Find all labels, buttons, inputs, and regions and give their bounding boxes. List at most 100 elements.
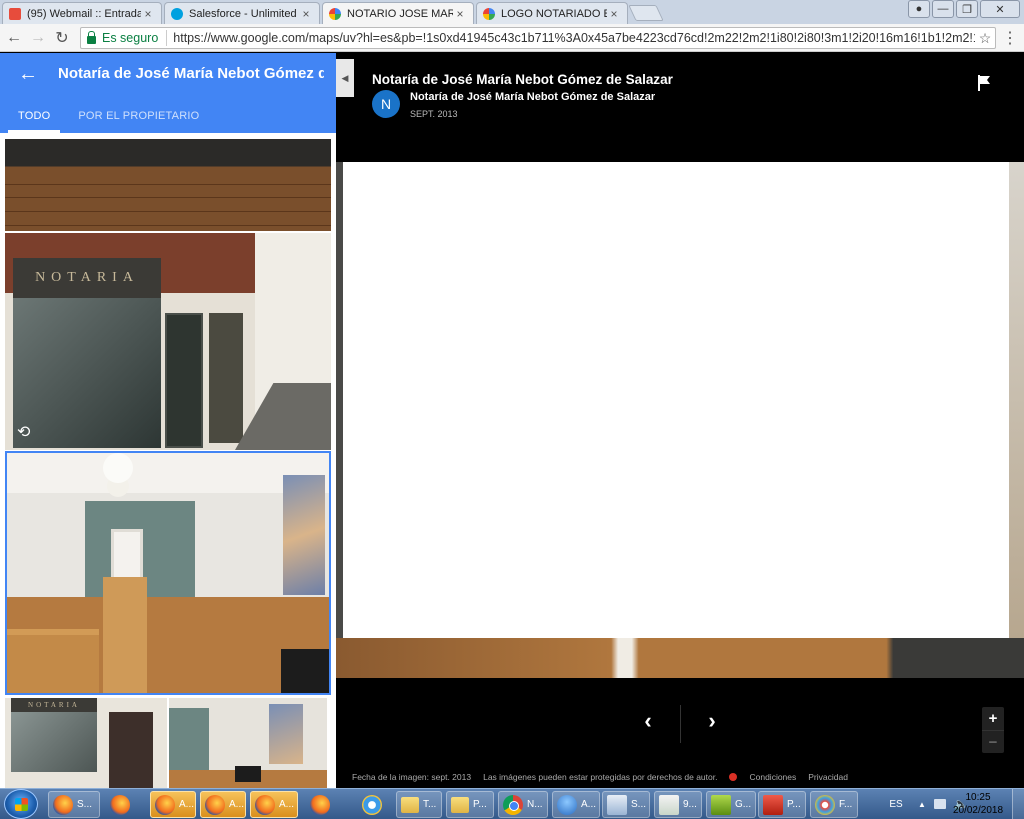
restore-icon[interactable]: ❐ bbox=[956, 0, 978, 18]
photo-author[interactable]: Notaría de José María Nebot Gómez de Sal… bbox=[410, 91, 655, 103]
url-text[interactable]: https://www.google.com/maps/uv?hl=es&pb=… bbox=[167, 31, 975, 45]
taskbar-user-app[interactable]: A... bbox=[552, 791, 600, 818]
chrome-icon bbox=[503, 794, 523, 815]
tab-close-icon[interactable]: × bbox=[141, 7, 155, 21]
show-desktop-button[interactable] bbox=[1012, 789, 1024, 819]
pdf-icon bbox=[763, 794, 783, 815]
photo-thumbnail-interior-selected[interactable] bbox=[5, 451, 331, 695]
omnibox[interactable]: Es seguro https://www.google.com/maps/uv… bbox=[80, 27, 996, 49]
report-flag-icon[interactable] bbox=[978, 75, 992, 91]
firefox-icon bbox=[205, 794, 225, 815]
viewer-title: Notaría de José María Nebot Gómez de Sal… bbox=[372, 72, 673, 87]
reload-icon[interactable]: ↻ bbox=[52, 28, 72, 48]
taskbar-window-app[interactable]: S... bbox=[602, 791, 650, 818]
tab-close-icon[interactable]: × bbox=[299, 7, 313, 21]
taskbar-firefox-3[interactable]: A... bbox=[150, 791, 196, 818]
google-favicon-icon bbox=[329, 7, 341, 20]
google-plus-icon[interactable] bbox=[729, 773, 738, 781]
taskbar-firefox-1[interactable]: S... bbox=[48, 791, 100, 818]
menu-dots-icon[interactable]: ⋮ bbox=[1000, 28, 1020, 48]
firefox-icon bbox=[53, 794, 73, 815]
tab-title: LOGO NOTARIADO EUR bbox=[501, 7, 607, 20]
zoom-control: + − bbox=[982, 707, 1004, 753]
taskbar-ie[interactable] bbox=[358, 791, 394, 818]
next-photo-chevron-icon[interactable]: › bbox=[700, 708, 724, 733]
paint-palette-icon bbox=[815, 794, 835, 815]
tab-logo-notariado[interactable]: LOGO NOTARIADO EUR × bbox=[476, 2, 628, 24]
copyright-notice: Las imágenes pueden estar protegidas por… bbox=[483, 772, 718, 782]
minimize-icon[interactable]: — bbox=[932, 0, 954, 18]
photo-loading-area bbox=[343, 162, 1009, 638]
archive-7z-icon bbox=[711, 794, 731, 815]
taskbar-firefox-6[interactable] bbox=[306, 791, 346, 818]
photo-thumbnail-waiting-room[interactable] bbox=[169, 698, 327, 788]
folder-icon bbox=[401, 796, 419, 813]
language-indicator[interactable]: ES bbox=[884, 799, 908, 810]
back-arrow-icon[interactable]: ← bbox=[4, 28, 24, 48]
tab-title: Salesforce - Unlimited Ed bbox=[189, 7, 299, 20]
forward-arrow-icon[interactable]: → bbox=[28, 28, 48, 48]
tab-todo[interactable]: TODO bbox=[8, 99, 61, 133]
avatar[interactable]: N bbox=[372, 90, 400, 118]
window-app-icon bbox=[607, 794, 627, 815]
network-icon[interactable] bbox=[933, 799, 946, 809]
google-favicon-icon bbox=[483, 7, 495, 20]
panel-title: Notaría de José María Nebot Gómez d... bbox=[58, 65, 324, 82]
privacy-link[interactable]: Privacidad bbox=[808, 772, 848, 782]
people-icon bbox=[557, 794, 577, 815]
firefox-icon bbox=[310, 794, 330, 815]
ceiling-lamp bbox=[103, 453, 133, 483]
new-tab-button[interactable] bbox=[628, 5, 664, 21]
start-button[interactable] bbox=[4, 789, 38, 819]
taskbar-firefox-2[interactable] bbox=[106, 791, 144, 818]
bookmark-star-icon[interactable]: ☆ bbox=[975, 30, 995, 47]
close-window-icon[interactable]: ✕ bbox=[980, 0, 1020, 18]
internet-explorer-icon bbox=[362, 794, 382, 815]
firefox-icon bbox=[255, 794, 275, 815]
photo-date: SEPT. 2013 bbox=[410, 109, 458, 119]
zoom-in-button[interactable]: + bbox=[982, 707, 1004, 730]
clock-time: 10:25 bbox=[965, 792, 991, 803]
taskbar-chrome[interactable]: N... bbox=[498, 791, 548, 818]
secure-label: Es seguro bbox=[102, 31, 159, 45]
main-photo[interactable] bbox=[336, 162, 1024, 678]
tab-webmail[interactable]: (95) Webmail :: Entrada × bbox=[2, 2, 162, 24]
taskbar-paint[interactable]: F... bbox=[810, 791, 858, 818]
photos-side-panel: ← Notaría de José María Nebot Gómez d...… bbox=[0, 53, 336, 788]
taskbar-folder-2[interactable]: P... bbox=[446, 791, 494, 818]
tab-notario-active[interactable]: NOTARIO JOSE MARIA N × bbox=[322, 2, 474, 24]
show-hidden-icons-icon[interactable]: ▲ bbox=[918, 800, 926, 809]
firefox-icon bbox=[110, 794, 130, 815]
tab-title: NOTARIO JOSE MARIA N bbox=[347, 7, 453, 20]
panel-tabs: TODO POR EL PROPIETARIO bbox=[0, 99, 209, 133]
photo-thumbnail-storefront[interactable]: NOTARIA ⟲ bbox=[5, 233, 331, 450]
system-clock[interactable]: 10:25 20/02/2018 bbox=[952, 791, 1004, 817]
taskbar-firefox-4[interactable]: A... bbox=[200, 791, 246, 818]
windows-taskbar: S... A... A... A... T... P... N... A... … bbox=[0, 788, 1024, 819]
secure-indicator[interactable]: Es seguro bbox=[81, 30, 168, 46]
tab-por-el-propietario[interactable]: POR EL PROPIETARIO bbox=[68, 99, 209, 133]
photo-thumbnail-facade[interactable]: NOTARIA bbox=[5, 698, 167, 788]
user-profile-icon[interactable]: ● bbox=[908, 0, 930, 18]
tab-salesforce[interactable]: Salesforce - Unlimited Ed × bbox=[164, 2, 320, 24]
taskbar-spreadsheet[interactable]: 9... bbox=[654, 791, 702, 818]
window-controls: ● — ❐ ✕ bbox=[908, 0, 1020, 18]
photo-thumbnail-floor[interactable] bbox=[5, 139, 331, 231]
tab-close-icon[interactable]: × bbox=[453, 7, 467, 21]
back-arrow-icon[interactable]: ← bbox=[18, 63, 38, 86]
taskbar-firefox-5[interactable]: A... bbox=[250, 791, 298, 818]
zoom-out-button[interactable]: − bbox=[982, 730, 1004, 753]
collapse-panel-button[interactable]: ◀ bbox=[336, 59, 354, 97]
address-bar: ← → ↻ Es seguro https://www.google.com/m… bbox=[0, 24, 1024, 52]
taskbar-7zip[interactable]: G... bbox=[706, 791, 756, 818]
street-view-rotate-icon: ⟲ bbox=[17, 424, 31, 441]
previous-photo-chevron-icon[interactable]: ‹ bbox=[636, 708, 660, 733]
tab-close-icon[interactable]: × bbox=[607, 7, 621, 21]
salesforce-cloud-icon bbox=[171, 7, 183, 20]
folder-icon bbox=[451, 796, 469, 813]
taskbar-folder-1[interactable]: T... bbox=[396, 791, 442, 818]
lock-icon bbox=[87, 31, 96, 44]
image-date-label: Fecha de la imagen: sept. 2013 bbox=[352, 772, 472, 782]
terms-link[interactable]: Condiciones bbox=[749, 772, 796, 782]
taskbar-pdf[interactable]: P... bbox=[758, 791, 806, 818]
